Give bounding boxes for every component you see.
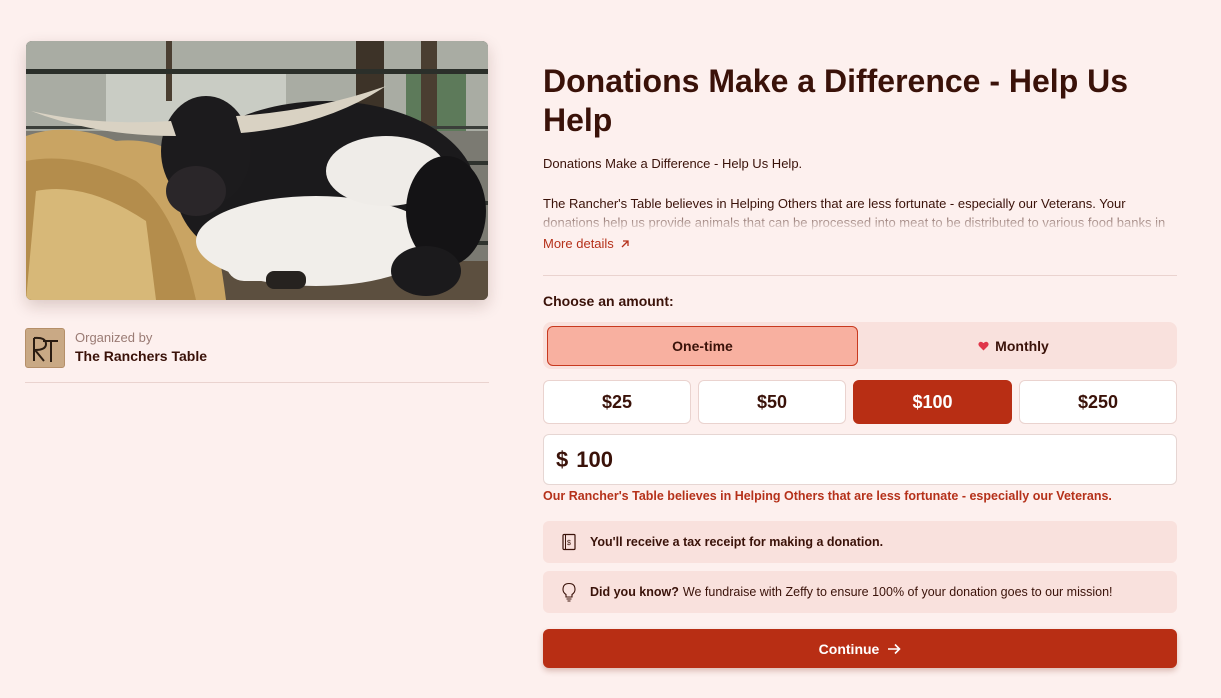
monthly-button[interactable]: Monthly [858,326,1169,366]
organizer-name[interactable]: The Ranchers Table [75,348,207,364]
amount-options: $25 $50 $100 $250 [543,380,1177,424]
did-you-know-info: Did you know? We fundraise with Zeffy to… [543,571,1177,613]
organizer-section: Organized by The Ranchers Table [25,328,489,383]
amount-value[interactable]: 100 [576,447,1176,473]
monthly-label: Monthly [995,338,1049,354]
amount-option-50[interactable]: $50 [698,380,846,424]
receipt-icon: $ [559,532,579,552]
longhorn-photo [26,41,488,300]
choose-amount-label: Choose an amount: [543,293,674,309]
continue-button[interactable]: Continue [543,629,1177,668]
heart-icon [978,341,989,351]
organizer-logo [25,328,65,368]
amount-option-25[interactable]: $25 [543,380,691,424]
divider [543,275,1177,276]
svg-text:$: $ [567,540,571,547]
tax-receipt-text: You'll receive a tax receipt for making … [590,535,884,549]
campaign-title: Donations Make a Difference - Help Us He… [543,63,1129,138]
custom-amount-input[interactable]: $ 100 [543,434,1177,485]
amount-note: Our Rancher's Table believes in Helping … [543,489,1112,503]
one-time-label: One-time [672,338,733,354]
did-you-know-label: Did you know? [590,585,679,599]
continue-label: Continue [818,640,880,657]
rt-logo-icon [32,336,58,362]
amount-option-100[interactable]: $100 [853,380,1012,424]
donation-panel: Donations Make a Difference - Help Us He… [543,0,1177,698]
organized-by-label: Organized by [75,330,153,345]
arrow-right-icon [888,643,901,654]
campaign-subtitle: Donations Make a Difference - Help Us He… [543,156,803,171]
frequency-toggle: One-time Monthly [543,322,1177,369]
more-details-link[interactable]: More details [543,236,630,251]
one-time-button[interactable]: One-time [547,326,858,366]
description-fade [543,212,1177,232]
arrow-up-right-icon [621,239,629,247]
currency-symbol: $ [556,446,569,472]
lightbulb-icon [559,582,579,602]
more-details-label: More details [543,236,614,251]
campaign-hero-image [26,41,488,300]
amount-option-250[interactable]: $250 [1019,380,1177,424]
tax-receipt-info: $ You'll receive a tax receipt for makin… [543,521,1177,563]
did-you-know-text: We fundraise with Zeffy to ensure 100% o… [682,585,1113,599]
